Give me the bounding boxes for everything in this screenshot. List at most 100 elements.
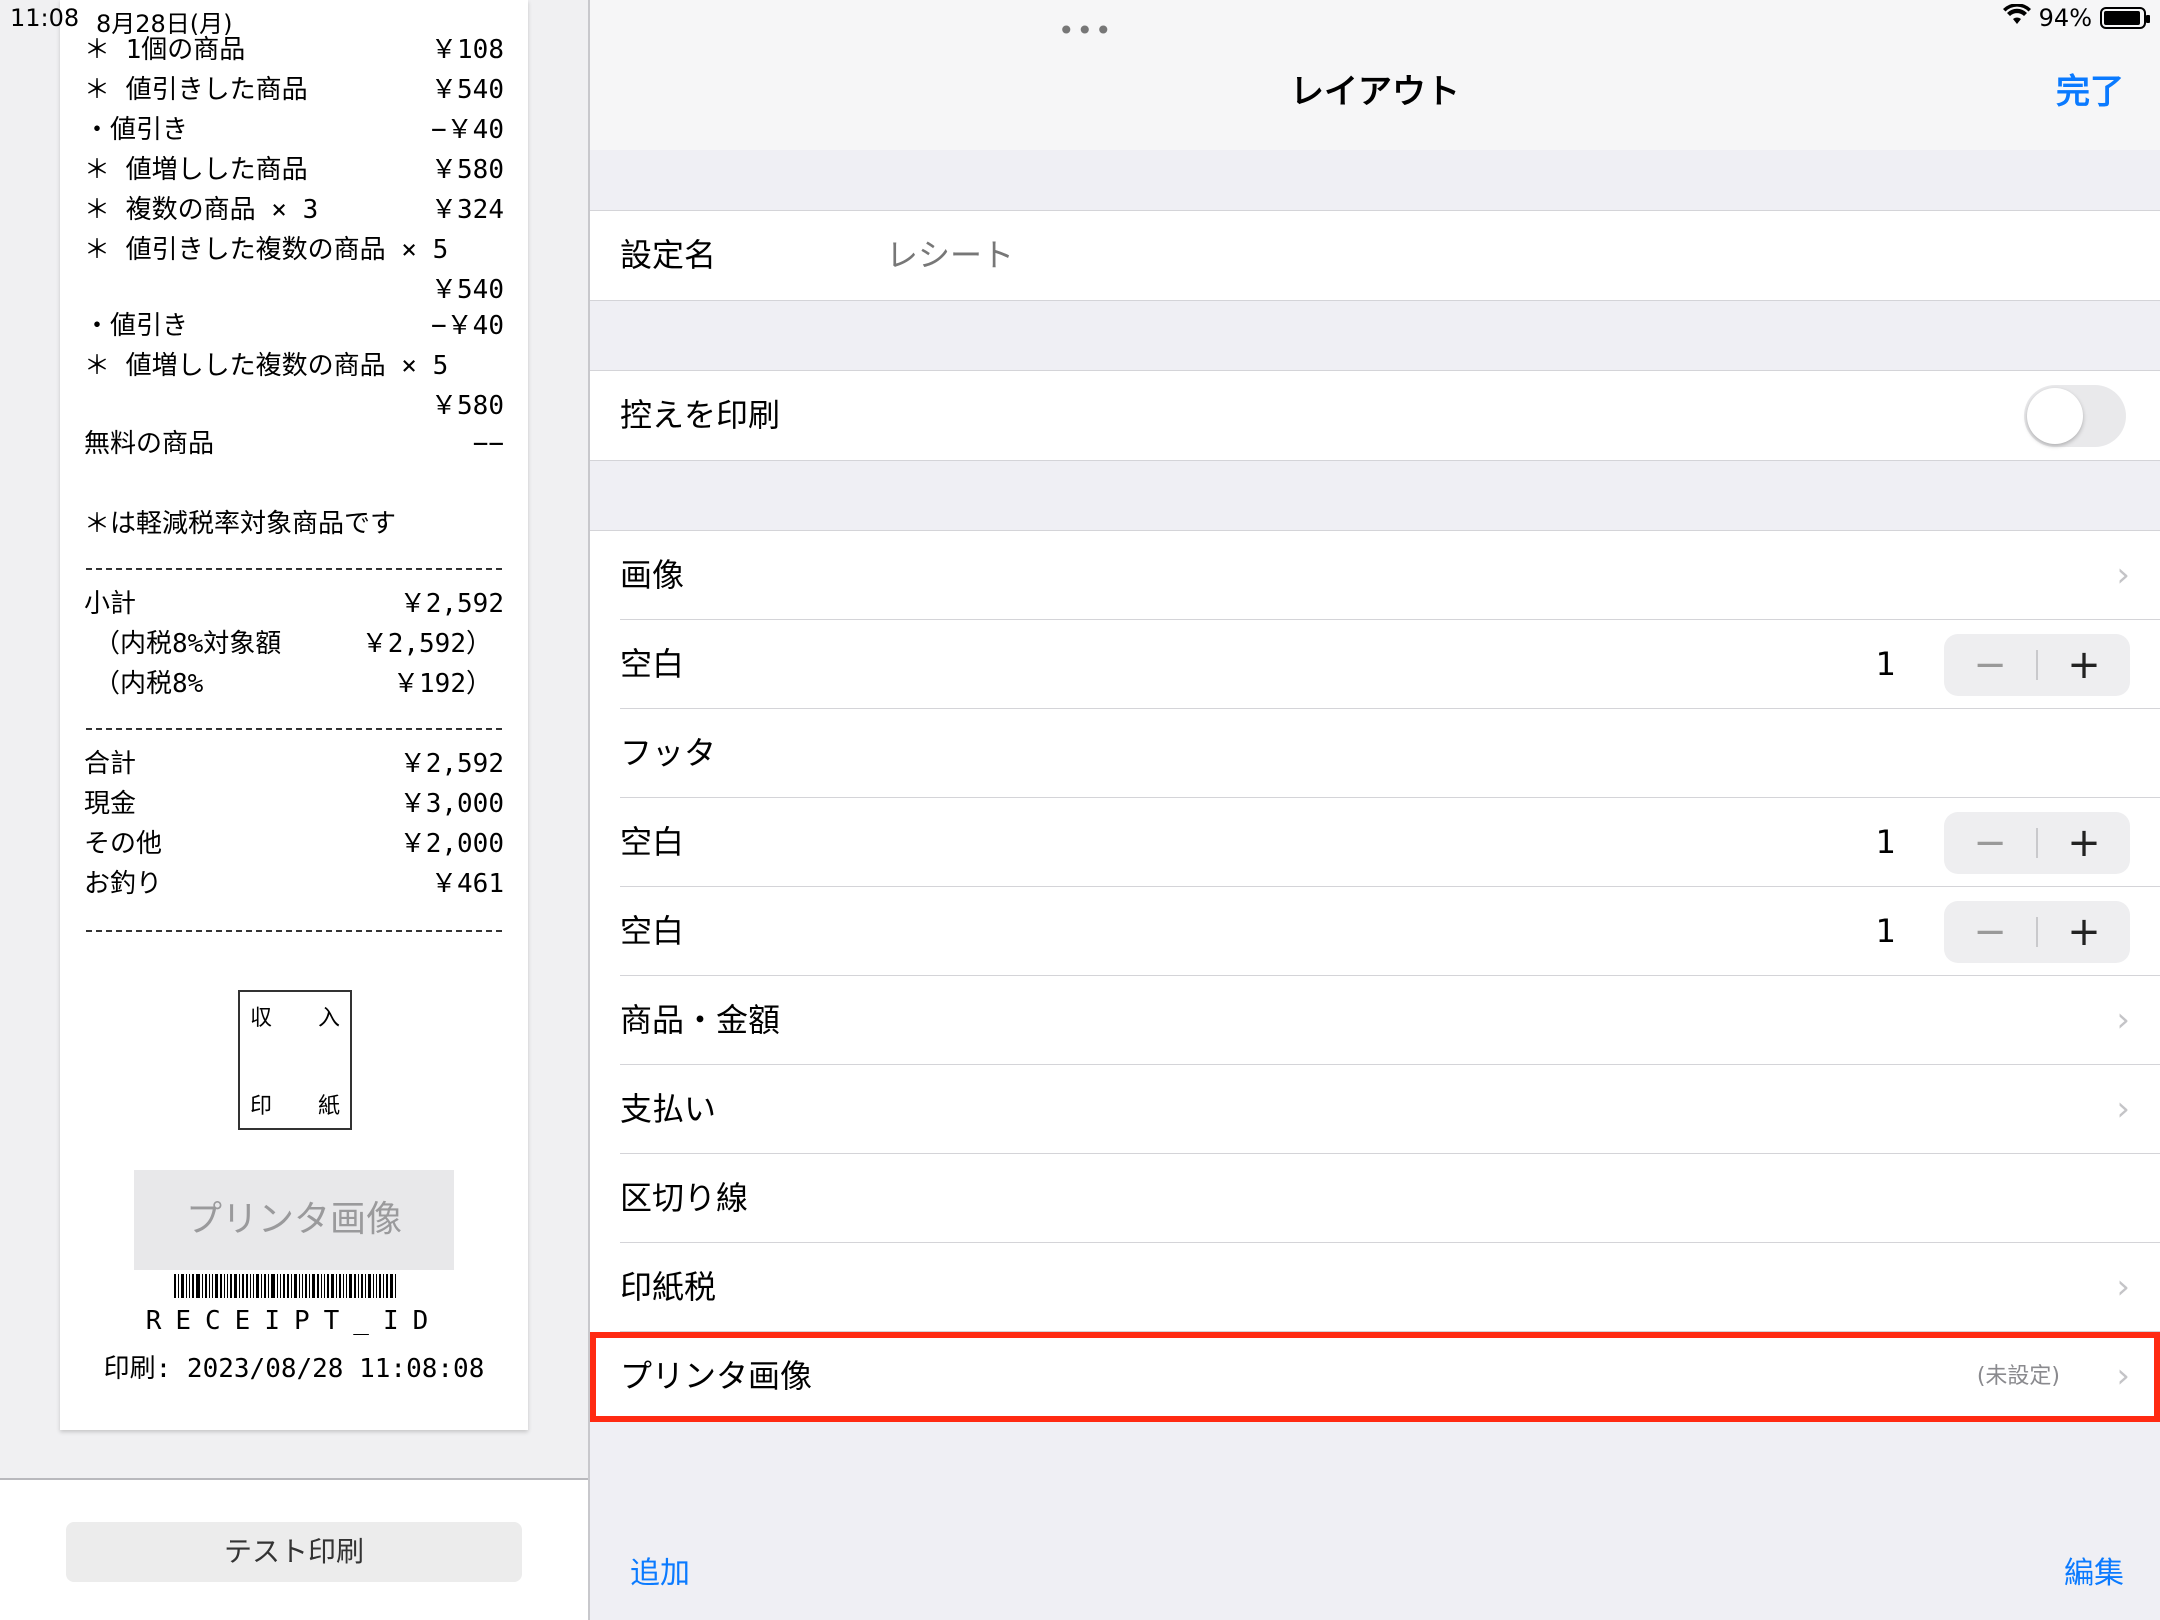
barcode-bar [379, 1274, 381, 1298]
barcode-bar [212, 1274, 213, 1298]
layout-item-separator[interactable]: 区切り線 [620, 1154, 2160, 1243]
layout-item-image[interactable]: 画像 › [620, 531, 2160, 620]
layout-item-blank: 空白 1 − + [620, 887, 2160, 976]
multitasking-icon[interactable]: ••• [1058, 14, 1114, 47]
barcode-bar [339, 1274, 341, 1298]
receipt-line: ＊ 値増しした複数の商品 × 5 [84, 351, 449, 381]
barcode-bar [174, 1274, 176, 1298]
barcode-bar [354, 1274, 356, 1298]
copy-print-group: 控えを印刷 [590, 370, 2160, 461]
receipt-line: ￥580 [431, 391, 504, 421]
layout-settings-panel: ••• 94% レイアウト 完了 設定名 レシート 控えを印刷 画像 › 空白 … [590, 0, 2160, 1620]
receipt-preview-panel: ＊ 1個の商品 ￥108 ＊ 値引きした商品 ￥540 ・値引き −￥40 ＊ 値増し… [0, 0, 588, 1620]
copy-print-label: 控えを印刷 [620, 396, 781, 434]
blank-count-value: 1 [1875, 912, 1896, 950]
layout-item-footer[interactable]: フッタ [620, 709, 2160, 798]
barcode-bar [250, 1274, 251, 1298]
layout-item-label: 支払い [620, 1090, 717, 1128]
setting-name-row[interactable]: 設定名 レシート [620, 211, 2160, 300]
barcode-bar [331, 1274, 334, 1298]
barcode-bar [299, 1274, 300, 1298]
printed-timestamp: 印刷: 2023/08/28 11:08:08 [103, 1354, 485, 1384]
layout-item-label: 区切り線 [620, 1179, 749, 1217]
barcode-bar [287, 1274, 289, 1298]
chevron-right-icon: › [2116, 1267, 2130, 1307]
layout-item-stamp-tax[interactable]: 印紙税 › [620, 1243, 2160, 1332]
barcode-bar [386, 1274, 388, 1298]
layout-item-label: 空白 [620, 823, 685, 861]
layout-item-blank: 空白 1 − + [620, 620, 2160, 709]
copy-print-toggle[interactable] [2024, 385, 2126, 447]
barcode-bar [234, 1274, 237, 1298]
add-button[interactable]: 追加 [630, 1548, 690, 1592]
layout-items-group: 画像 › 空白 1 − + フッタ 空白 1 − + 空白 1 − + 商品・金… [590, 530, 2160, 1422]
barcode-bar [215, 1274, 218, 1298]
receipt-separator [86, 568, 502, 570]
barcode-bar [186, 1274, 187, 1298]
receipt-separator [86, 930, 502, 932]
layout-item-printer-image[interactable]: プリンタ画像 (未設定) › [620, 1332, 2160, 1421]
barcode-bar [277, 1274, 278, 1298]
barcode-bar [239, 1274, 240, 1298]
decrement-button[interactable]: − [1944, 634, 2036, 696]
increment-button[interactable]: + [2038, 901, 2130, 963]
total-line: 合計 ￥2,592 [84, 749, 504, 779]
barcode-bar [305, 1274, 307, 1298]
receipt-line: ￥540 [431, 275, 504, 305]
increment-button[interactable]: + [2038, 634, 2130, 696]
layout-item-blank: 空白 1 − + [620, 798, 2160, 887]
battery-percent: 94% [2038, 4, 2092, 32]
barcode-image [174, 1274, 414, 1298]
status-date: 8月28日(月) [96, 10, 233, 38]
subtotal-line: （内税8%対象額 ￥2,592） [94, 629, 492, 659]
receipt-line: 無料の商品 −− [84, 429, 504, 459]
barcode-bar [327, 1274, 329, 1298]
chevron-right-icon: › [2116, 1089, 2130, 1129]
chevron-right-icon: › [2116, 1356, 2130, 1396]
barcode-bar [317, 1274, 319, 1298]
page-title: レイアウト [1290, 72, 1460, 112]
barcode-bar [302, 1274, 303, 1298]
increment-button[interactable]: + [2038, 812, 2130, 874]
status-time: 11:08 [10, 4, 80, 32]
barcode-bar [209, 1274, 210, 1298]
barcode-bar [383, 1274, 384, 1298]
barcode-bar [336, 1274, 337, 1298]
revenue-stamp-box: 収 入 印 紙 [238, 990, 352, 1130]
total-line: 現金 ￥3,000 [84, 789, 504, 819]
status-indicators: 94% [2002, 3, 2150, 32]
barcode-bar [294, 1274, 297, 1298]
barcode-bar [256, 1274, 259, 1298]
subtotal-line: 小計 ￥2,592 [84, 589, 504, 619]
blank-count-value: 1 [1875, 823, 1896, 861]
setting-name-value[interactable]: レシート [886, 211, 1014, 300]
barcode-bar [189, 1274, 190, 1298]
layout-item-label: 印紙税 [620, 1268, 717, 1306]
copy-print-row: 控えを印刷 [620, 371, 2160, 460]
barcode-bar [365, 1274, 366, 1298]
barcode-bar [246, 1274, 248, 1298]
barcode-bar [261, 1274, 262, 1298]
layout-item-products[interactable]: 商品・金額 › [620, 976, 2160, 1065]
test-print-bar: テスト印刷 [0, 1478, 588, 1620]
decrement-button[interactable]: − [1944, 901, 2036, 963]
blank-count-stepper: − + [1944, 901, 2130, 963]
decrement-button[interactable]: − [1944, 812, 2036, 874]
printer-image-placeholder: プリンタ画像 [134, 1170, 454, 1270]
barcode-bar [220, 1274, 222, 1298]
stamp-char: 印 [250, 1094, 273, 1119]
layout-item-label: 空白 [620, 645, 685, 683]
stamp-char: 入 [317, 1006, 340, 1031]
done-button[interactable]: 完了 [2056, 64, 2124, 113]
layout-item-payment[interactable]: 支払い › [620, 1065, 2160, 1154]
setting-name-label: 設定名 [620, 236, 717, 274]
barcode-bar [205, 1274, 207, 1298]
layout-item-label: プリンタ画像 [620, 1357, 813, 1395]
barcode-bar [264, 1274, 266, 1298]
edit-button[interactable]: 編集 [2064, 1548, 2124, 1592]
blank-count-stepper: − + [1944, 634, 2130, 696]
barcode-bar [309, 1274, 310, 1298]
test-print-button[interactable]: テスト印刷 [66, 1522, 522, 1582]
barcode-bar [242, 1274, 244, 1298]
barcode-bar [373, 1274, 374, 1298]
